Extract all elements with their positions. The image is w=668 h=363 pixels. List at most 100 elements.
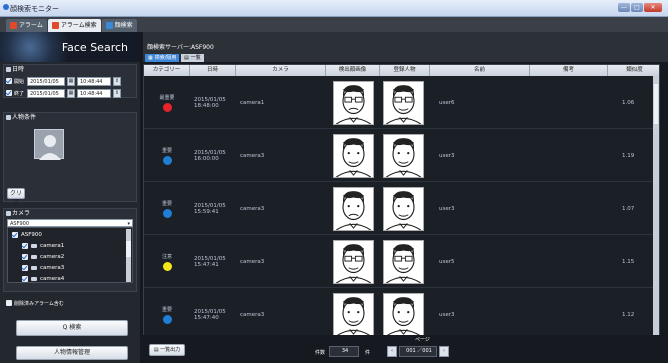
person-image-slot[interactable]	[34, 129, 64, 160]
start-date-input[interactable]: 2015/01/05	[27, 76, 65, 86]
registered-face-image[interactable]	[383, 81, 424, 125]
detected-face-image[interactable]	[333, 187, 374, 231]
deleted-alarm-label: 削除済みアラーム含む	[14, 300, 64, 307]
camera-icon	[31, 276, 37, 281]
camera-item[interactable]: camera3	[22, 263, 64, 272]
results-footer: ▤ 一覧出力 件数 34 件 ページ ‹ 001 ／001 ›	[143, 335, 668, 363]
col-detected-face[interactable]: 検出顔画像	[326, 65, 380, 76]
camera-item[interactable]: camera2	[22, 252, 64, 261]
camera-item[interactable]: camera1	[22, 241, 64, 250]
camera-item[interactable]: camera4	[22, 274, 64, 283]
severity-label: 注意	[161, 254, 172, 260]
table-row[interactable]: 重要 2015/01/05 16:00:00 camera3 user3 1.19	[144, 130, 659, 182]
minimize-button[interactable]: —	[618, 3, 630, 12]
deleted-alarm-checkbox[interactable]	[6, 300, 12, 306]
close-button[interactable]: ✕	[644, 3, 662, 12]
camera-cell: camera3	[240, 153, 265, 159]
datetime-cell: 2015/01/05 15:47:41	[194, 236, 240, 288]
tab-alarm-search[interactable]: アラーム検索	[47, 19, 101, 32]
registered-face-image[interactable]	[383, 293, 424, 337]
severity-dot-icon	[162, 156, 172, 165]
severity-dot-icon	[162, 315, 172, 324]
tab-label: アラーム検索	[60, 22, 97, 29]
view-tab-label: 一覧	[190, 55, 201, 61]
camera-checkbox[interactable]	[22, 264, 28, 271]
alarm-icon	[10, 22, 17, 29]
export-label: 一覧出力	[160, 347, 181, 353]
camera-cell: camera3	[240, 259, 265, 265]
server-label: 顔検索サーバー:ASF900	[147, 44, 214, 51]
view-tab-search[interactable]: ▦ 検索/隔用	[145, 54, 180, 62]
camera-checkbox[interactable]	[22, 253, 28, 260]
person-manage-button[interactable]: 人物情報管理	[16, 346, 128, 360]
end-calendar-icon[interactable]: ▦	[67, 88, 75, 98]
export-list-button[interactable]: ▤ 一覧出力	[149, 344, 185, 356]
start-checkbox[interactable]	[6, 78, 12, 84]
camera-checkbox[interactable]	[22, 275, 28, 282]
clear-button[interactable]: クリア	[7, 188, 25, 206]
view-tab-list[interactable]: ▤ 一覧	[181, 54, 204, 62]
server-select[interactable]: ASF900 ▾	[7, 219, 133, 227]
table-vertical-scrollbar[interactable]	[653, 76, 659, 349]
end-row: 終了 2015/01/05 ▦ 10:48:44 ⇕	[6, 88, 121, 98]
camera-scrollbar[interactable]	[126, 229, 131, 282]
similarity-cell: 1.19	[622, 153, 635, 159]
camera-cell: camera3	[240, 312, 265, 318]
camera-label: camera3	[40, 264, 65, 271]
detected-face-image[interactable]	[333, 240, 374, 284]
next-page-button[interactable]: ›	[439, 346, 449, 357]
col-datetime[interactable]: 日時	[190, 65, 236, 76]
registered-face-image[interactable]	[383, 134, 424, 178]
col-note[interactable]: 備考	[530, 65, 608, 76]
registered-face-image[interactable]	[383, 187, 424, 231]
end-time-spinner[interactable]: ⇕	[113, 88, 121, 98]
detected-face-image[interactable]	[333, 81, 374, 125]
date-header: 日時	[4, 65, 136, 74]
search-button[interactable]: Q 検索	[16, 320, 128, 336]
camera-cell: camera3	[240, 206, 265, 212]
col-similarity[interactable]: 類似度	[608, 65, 659, 76]
col-category[interactable]: カテゴリー	[144, 65, 190, 76]
start-time-spinner[interactable]: ⇕	[113, 76, 121, 86]
banner-title: Face Search	[61, 41, 128, 54]
name-cell: user6	[439, 100, 455, 106]
start-time-input[interactable]: 10:48:44	[77, 76, 111, 86]
tab-alarm[interactable]: アラーム	[6, 19, 47, 32]
list-icon: ▦	[148, 55, 153, 61]
severity-dot-icon	[162, 262, 172, 271]
count-label: 件数	[315, 350, 326, 356]
camera-checkbox[interactable]	[22, 242, 28, 249]
time-text: 15:47:40	[194, 315, 219, 321]
similarity-cell: 1.06	[622, 100, 635, 106]
col-registered-person[interactable]: 登録人物	[380, 65, 430, 76]
table-row[interactable]: 最重要 2015/01/05 18:48:00 camera1 user6 1.06	[144, 77, 659, 129]
deleted-alarm-row: 削除済みアラーム含む	[6, 298, 64, 308]
person-placeholder-icon	[39, 135, 61, 160]
table-row[interactable]: 重要 2015/01/05 15:47:40 camera3 user3 1.12	[144, 289, 659, 341]
col-name[interactable]: 名前	[430, 65, 530, 76]
camera-label: camera4	[40, 275, 65, 282]
tab-label: 顔検索	[114, 22, 133, 29]
start-calendar-icon[interactable]: ▦	[67, 76, 75, 86]
prev-page-button[interactable]: ‹	[387, 346, 397, 357]
tab-face-search[interactable]: 顔検索	[101, 19, 137, 32]
severity-label: 重要	[161, 201, 172, 207]
view-tab-label: 検索/隔用	[154, 55, 177, 61]
detected-face-image[interactable]	[333, 293, 374, 337]
table-row[interactable]: 重要 2015/01/05 15:59:41 camera3 user3 1.07	[144, 183, 659, 235]
registered-face-image[interactable]	[383, 240, 424, 284]
root-checkbox[interactable]	[12, 231, 18, 238]
table-row[interactable]: 注意 2015/01/05 15:47:41 camera3 user5 1.15	[144, 236, 659, 288]
end-date-input[interactable]: 2015/01/05	[27, 88, 65, 98]
grid-icon: ▤	[184, 55, 189, 61]
similarity-cell: 1.15	[622, 259, 635, 265]
person-header: 人物条件	[4, 113, 136, 122]
col-camera[interactable]: カメラ	[236, 65, 326, 76]
app-logo-icon	[3, 4, 9, 10]
detected-face-image[interactable]	[333, 134, 374, 178]
camera-root-item[interactable]: ASF900	[12, 230, 42, 239]
end-checkbox[interactable]	[6, 90, 12, 96]
end-time-input[interactable]: 10:48:44	[77, 88, 111, 98]
camera-icon	[31, 265, 37, 270]
maximize-button[interactable]: □	[631, 3, 643, 12]
